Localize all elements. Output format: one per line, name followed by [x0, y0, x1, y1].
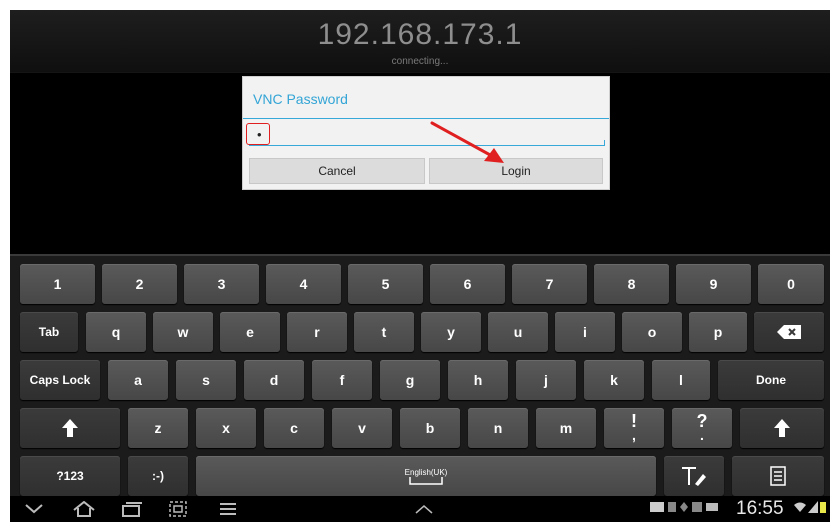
key-c[interactable]: c: [264, 408, 324, 448]
space-key[interactable]: English(UK): [196, 456, 656, 496]
key-b[interactable]: b: [400, 408, 460, 448]
menu-button[interactable]: [216, 500, 240, 518]
backspace-key[interactable]: [754, 312, 824, 352]
system-navigation-bar: 16:55: [10, 496, 830, 522]
key-u[interactable]: u: [488, 312, 548, 352]
annotation-arrow-icon: [430, 121, 504, 163]
cancel-button[interactable]: Cancel: [249, 158, 425, 184]
key-t[interactable]: t: [354, 312, 414, 352]
key-5[interactable]: 5: [348, 264, 423, 304]
key-l[interactable]: l: [652, 360, 710, 400]
recent-apps-button[interactable]: [120, 500, 144, 518]
key-m[interactable]: m: [536, 408, 596, 448]
key-g[interactable]: g: [380, 360, 440, 400]
dialog-title: VNC Password: [253, 91, 348, 107]
shift-left-key[interactable]: [20, 408, 120, 448]
key-p[interactable]: p: [689, 312, 747, 352]
key-9[interactable]: 9: [676, 264, 751, 304]
key-o[interactable]: o: [622, 312, 682, 352]
annotation-highlight-box: [246, 123, 270, 145]
screenshot-button[interactable]: [166, 500, 190, 518]
handwriting-key[interactable]: [664, 456, 724, 496]
key-punct-bottom: ,: [632, 427, 636, 443]
password-underline-end: [604, 140, 605, 146]
key-d[interactable]: d: [244, 360, 304, 400]
space-language-label: English(UK): [404, 467, 448, 477]
connection-status: connecting...: [391, 56, 449, 67]
key-a[interactable]: a: [108, 360, 168, 400]
key-punct-top: ?: [696, 411, 708, 431]
host-address: 192.168.173.1: [317, 18, 523, 51]
handwriting-icon: [682, 467, 706, 486]
home-button[interactable]: [72, 500, 96, 518]
vnc-screen: 192.168.173.1 connecting... VNC Password…: [10, 10, 830, 522]
key-4[interactable]: 4: [266, 264, 341, 304]
shift-icon: [62, 419, 78, 437]
key-v[interactable]: v: [332, 408, 392, 448]
key-k[interactable]: k: [584, 360, 644, 400]
key-r[interactable]: r: [287, 312, 347, 352]
key-x[interactable]: x: [196, 408, 256, 448]
key-y[interactable]: y: [421, 312, 481, 352]
shift-right-key[interactable]: [740, 408, 824, 448]
key-q[interactable]: q: [86, 312, 146, 352]
clock: 16:55: [736, 498, 784, 519]
key-i[interactable]: i: [555, 312, 615, 352]
wifi-icon: [794, 502, 806, 512]
key-0[interactable]: 0: [758, 264, 824, 304]
key-punct-top: !: [631, 411, 637, 431]
video-icon: [706, 503, 718, 511]
key-z[interactable]: z: [128, 408, 188, 448]
key-e[interactable]: e: [220, 312, 280, 352]
key-w[interactable]: w: [153, 312, 213, 352]
key-caps-lock[interactable]: Caps Lock: [20, 360, 100, 400]
key-j[interactable]: j: [516, 360, 576, 400]
image-icon: [692, 502, 702, 512]
emoticon-key[interactable]: :-): [128, 456, 188, 496]
symbols-key[interactable]: ?123: [20, 456, 120, 496]
connection-header: 192.168.173.1 connecting...: [10, 10, 830, 73]
clipboard-icon: [770, 466, 786, 486]
clipboard-key[interactable]: [732, 456, 824, 496]
sd-card-icon: [668, 502, 676, 512]
key-exclaim-comma[interactable]: ! ,: [604, 408, 664, 448]
key-6[interactable]: 6: [430, 264, 505, 304]
key-8[interactable]: 8: [594, 264, 669, 304]
key-3[interactable]: 3: [184, 264, 259, 304]
key-s[interactable]: s: [176, 360, 236, 400]
key-question-period[interactable]: ? .: [672, 408, 732, 448]
vnc-password-dialog: VNC Password Cancel Login: [242, 76, 619, 190]
menu-icon: [220, 503, 236, 515]
key-f[interactable]: f: [312, 360, 372, 400]
usb-icon: [680, 502, 688, 512]
dialog-divider: [243, 118, 609, 119]
home-icon: [73, 501, 95, 517]
key-2[interactable]: 2: [102, 264, 177, 304]
recent-apps-icon: [122, 502, 142, 517]
back-button[interactable]: [22, 500, 46, 518]
key-7[interactable]: 7: [512, 264, 587, 304]
keyboard-icon: [650, 502, 664, 512]
key-punct-bottom: .: [700, 427, 704, 443]
password-underline: [249, 145, 605, 146]
on-screen-keyboard: 1 2 3 4 5 6 7 8 9 0 Tab q w e r t y u i …: [10, 254, 830, 496]
back-icon: [25, 504, 43, 514]
battery-icon: [820, 502, 826, 513]
key-1[interactable]: 1: [20, 264, 95, 304]
show-keyboard-button[interactable]: [412, 500, 436, 518]
up-arrow-icon: [415, 505, 433, 514]
space-bar-icon: [409, 476, 443, 485]
key-n[interactable]: n: [468, 408, 528, 448]
key-h[interactable]: h: [448, 360, 508, 400]
done-key[interactable]: Done: [718, 360, 824, 400]
backspace-icon: [777, 325, 801, 339]
signal-icon: [808, 501, 818, 513]
key-tab[interactable]: Tab: [20, 312, 78, 352]
screenshot-icon: [169, 501, 187, 517]
shift-icon: [774, 419, 790, 437]
